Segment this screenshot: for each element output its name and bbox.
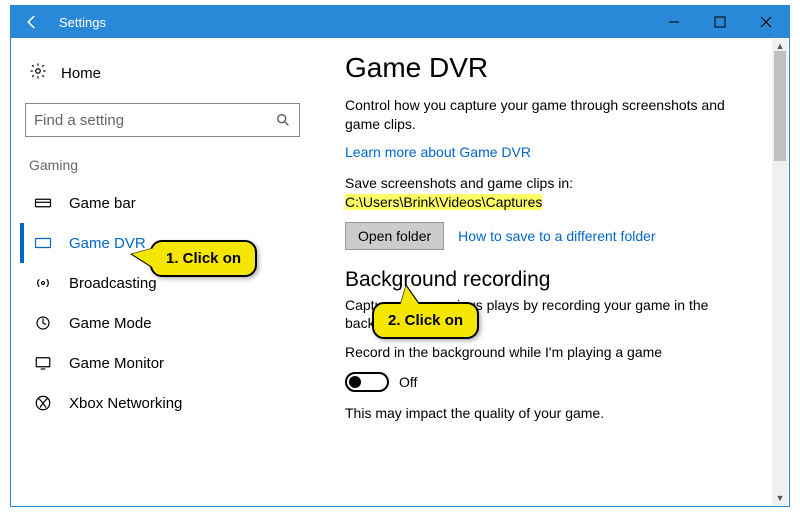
monitor-icon (31, 355, 55, 371)
callout-text: 1. Click on (166, 250, 241, 267)
scroll-down-button[interactable]: ▼ (772, 491, 788, 505)
open-folder-button[interactable]: Open folder (345, 222, 444, 250)
callout-tail (400, 286, 420, 306)
annotation-callout-2: 2. Click on (372, 302, 479, 339)
back-button[interactable] (11, 6, 53, 38)
save-path: C:\Users\Brink\Videos\Captures (345, 194, 542, 210)
maximize-button[interactable] (697, 6, 743, 38)
save-location-text: Save screenshots and game clips in: C:\U… (345, 174, 725, 212)
window-body: Home Find a setting Gaming Game bar Game… (11, 38, 789, 506)
learn-more-link[interactable]: Learn more about Game DVR (345, 144, 531, 160)
sidebar-item-label: Game Mode (69, 315, 152, 332)
toggle-knob (349, 376, 361, 388)
scroll-thumb[interactable] (774, 51, 786, 161)
bg-toggle-label: Record in the background while I'm playi… (345, 343, 725, 362)
game-bar-icon (31, 196, 55, 210)
bg-toggle-row: Off (345, 372, 765, 392)
close-button[interactable] (743, 6, 789, 38)
bg-toggle[interactable] (345, 372, 389, 392)
intro-text: Control how you capture your game throug… (345, 96, 725, 134)
search-input[interactable]: Find a setting (25, 103, 300, 137)
scrollbar[interactable]: ▲ ▼ (772, 39, 788, 505)
home-button[interactable]: Home (25, 56, 313, 91)
game-mode-icon (31, 314, 55, 332)
broadcast-icon (31, 274, 55, 292)
dvr-icon (31, 236, 55, 250)
gear-icon (29, 62, 47, 85)
sidebar-item-label: Game bar (69, 195, 136, 212)
search-placeholder: Find a setting (34, 112, 275, 129)
sidebar-item-label: Game Monitor (69, 355, 164, 372)
save-label: Save screenshots and game clips in: (345, 175, 573, 191)
titlebar: Settings (11, 6, 789, 38)
callout-tail (132, 248, 154, 268)
sidebar-item-game-mode[interactable]: Game Mode (25, 303, 313, 343)
toggle-state: Off (399, 374, 417, 390)
sidebar-item-game-monitor[interactable]: Game Monitor (25, 343, 313, 383)
category-label: Gaming (29, 157, 313, 173)
howto-link[interactable]: How to save to a different folder (458, 228, 655, 244)
home-label: Home (61, 65, 101, 82)
annotation-callout-1: 1. Click on (150, 240, 257, 277)
active-indicator (20, 223, 24, 263)
sidebar-item-xbox-networking[interactable]: Xbox Networking (25, 383, 313, 423)
minimize-button[interactable] (651, 6, 697, 38)
impact-text: This may impact the quality of your game… (345, 404, 725, 423)
folder-row: Open folder How to save to a different f… (345, 222, 765, 250)
search-icon (275, 112, 291, 128)
page-title: Game DVR (345, 52, 765, 84)
sidebar-item-label: Broadcasting (69, 275, 157, 292)
xbox-icon (31, 394, 55, 412)
window-controls (651, 6, 789, 38)
back-arrow-icon (23, 13, 41, 31)
callout-text: 2. Click on (388, 312, 463, 329)
settings-window: Settings Home Find a setting Gaming Game… (10, 5, 790, 507)
content-pane: Game DVR Control how you capture your ga… (321, 38, 789, 506)
sidebar-item-game-bar[interactable]: Game bar (25, 183, 313, 223)
sidebar-item-label: Xbox Networking (69, 395, 182, 412)
window-title: Settings (53, 15, 651, 30)
